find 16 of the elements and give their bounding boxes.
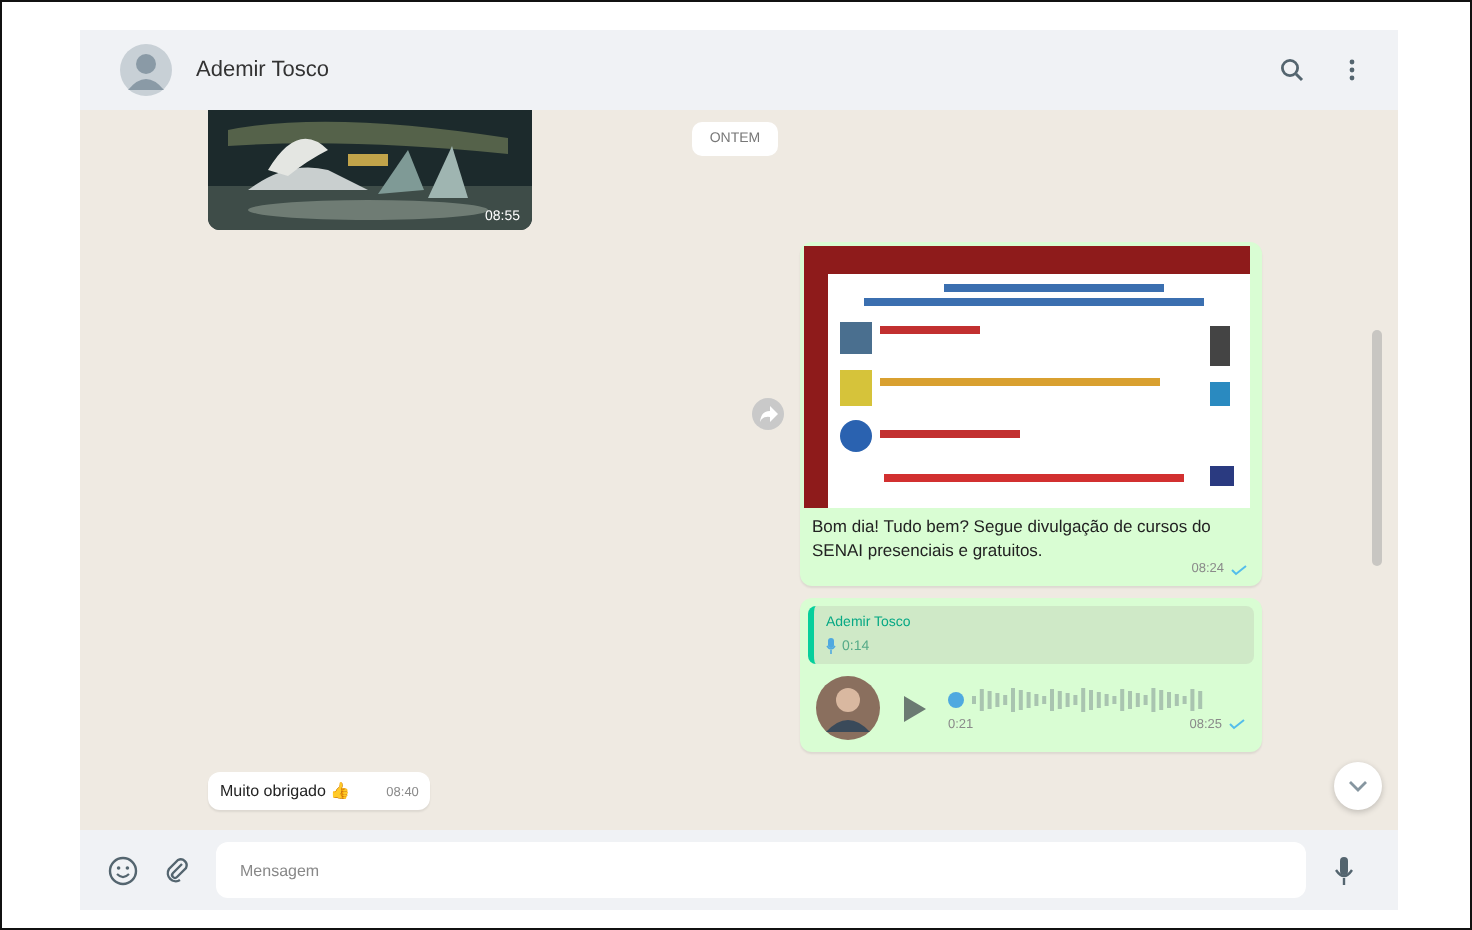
chevron-down-icon	[1348, 780, 1368, 792]
emoji-icon	[107, 855, 137, 885]
emoji-button[interactable]	[104, 852, 140, 888]
avatar	[816, 676, 880, 740]
search-icon	[1280, 58, 1304, 82]
scrollbar[interactable]	[1372, 330, 1382, 566]
message-text: Muito obrigado 👍	[220, 782, 351, 800]
menu-icon	[1348, 58, 1356, 82]
play-icon	[903, 695, 925, 721]
microphone-icon	[826, 638, 836, 654]
microphone-icon	[1334, 855, 1354, 885]
message-text: Bom dia! Tudo bem? Segue divulgação de cursos do SENAI presenciais e gratuitos.	[810, 514, 1213, 562]
paperclip-icon	[164, 856, 192, 884]
avatar[interactable]	[120, 44, 172, 96]
forward-icon	[759, 406, 777, 422]
message-input[interactable]: Mensagem	[216, 842, 1306, 898]
